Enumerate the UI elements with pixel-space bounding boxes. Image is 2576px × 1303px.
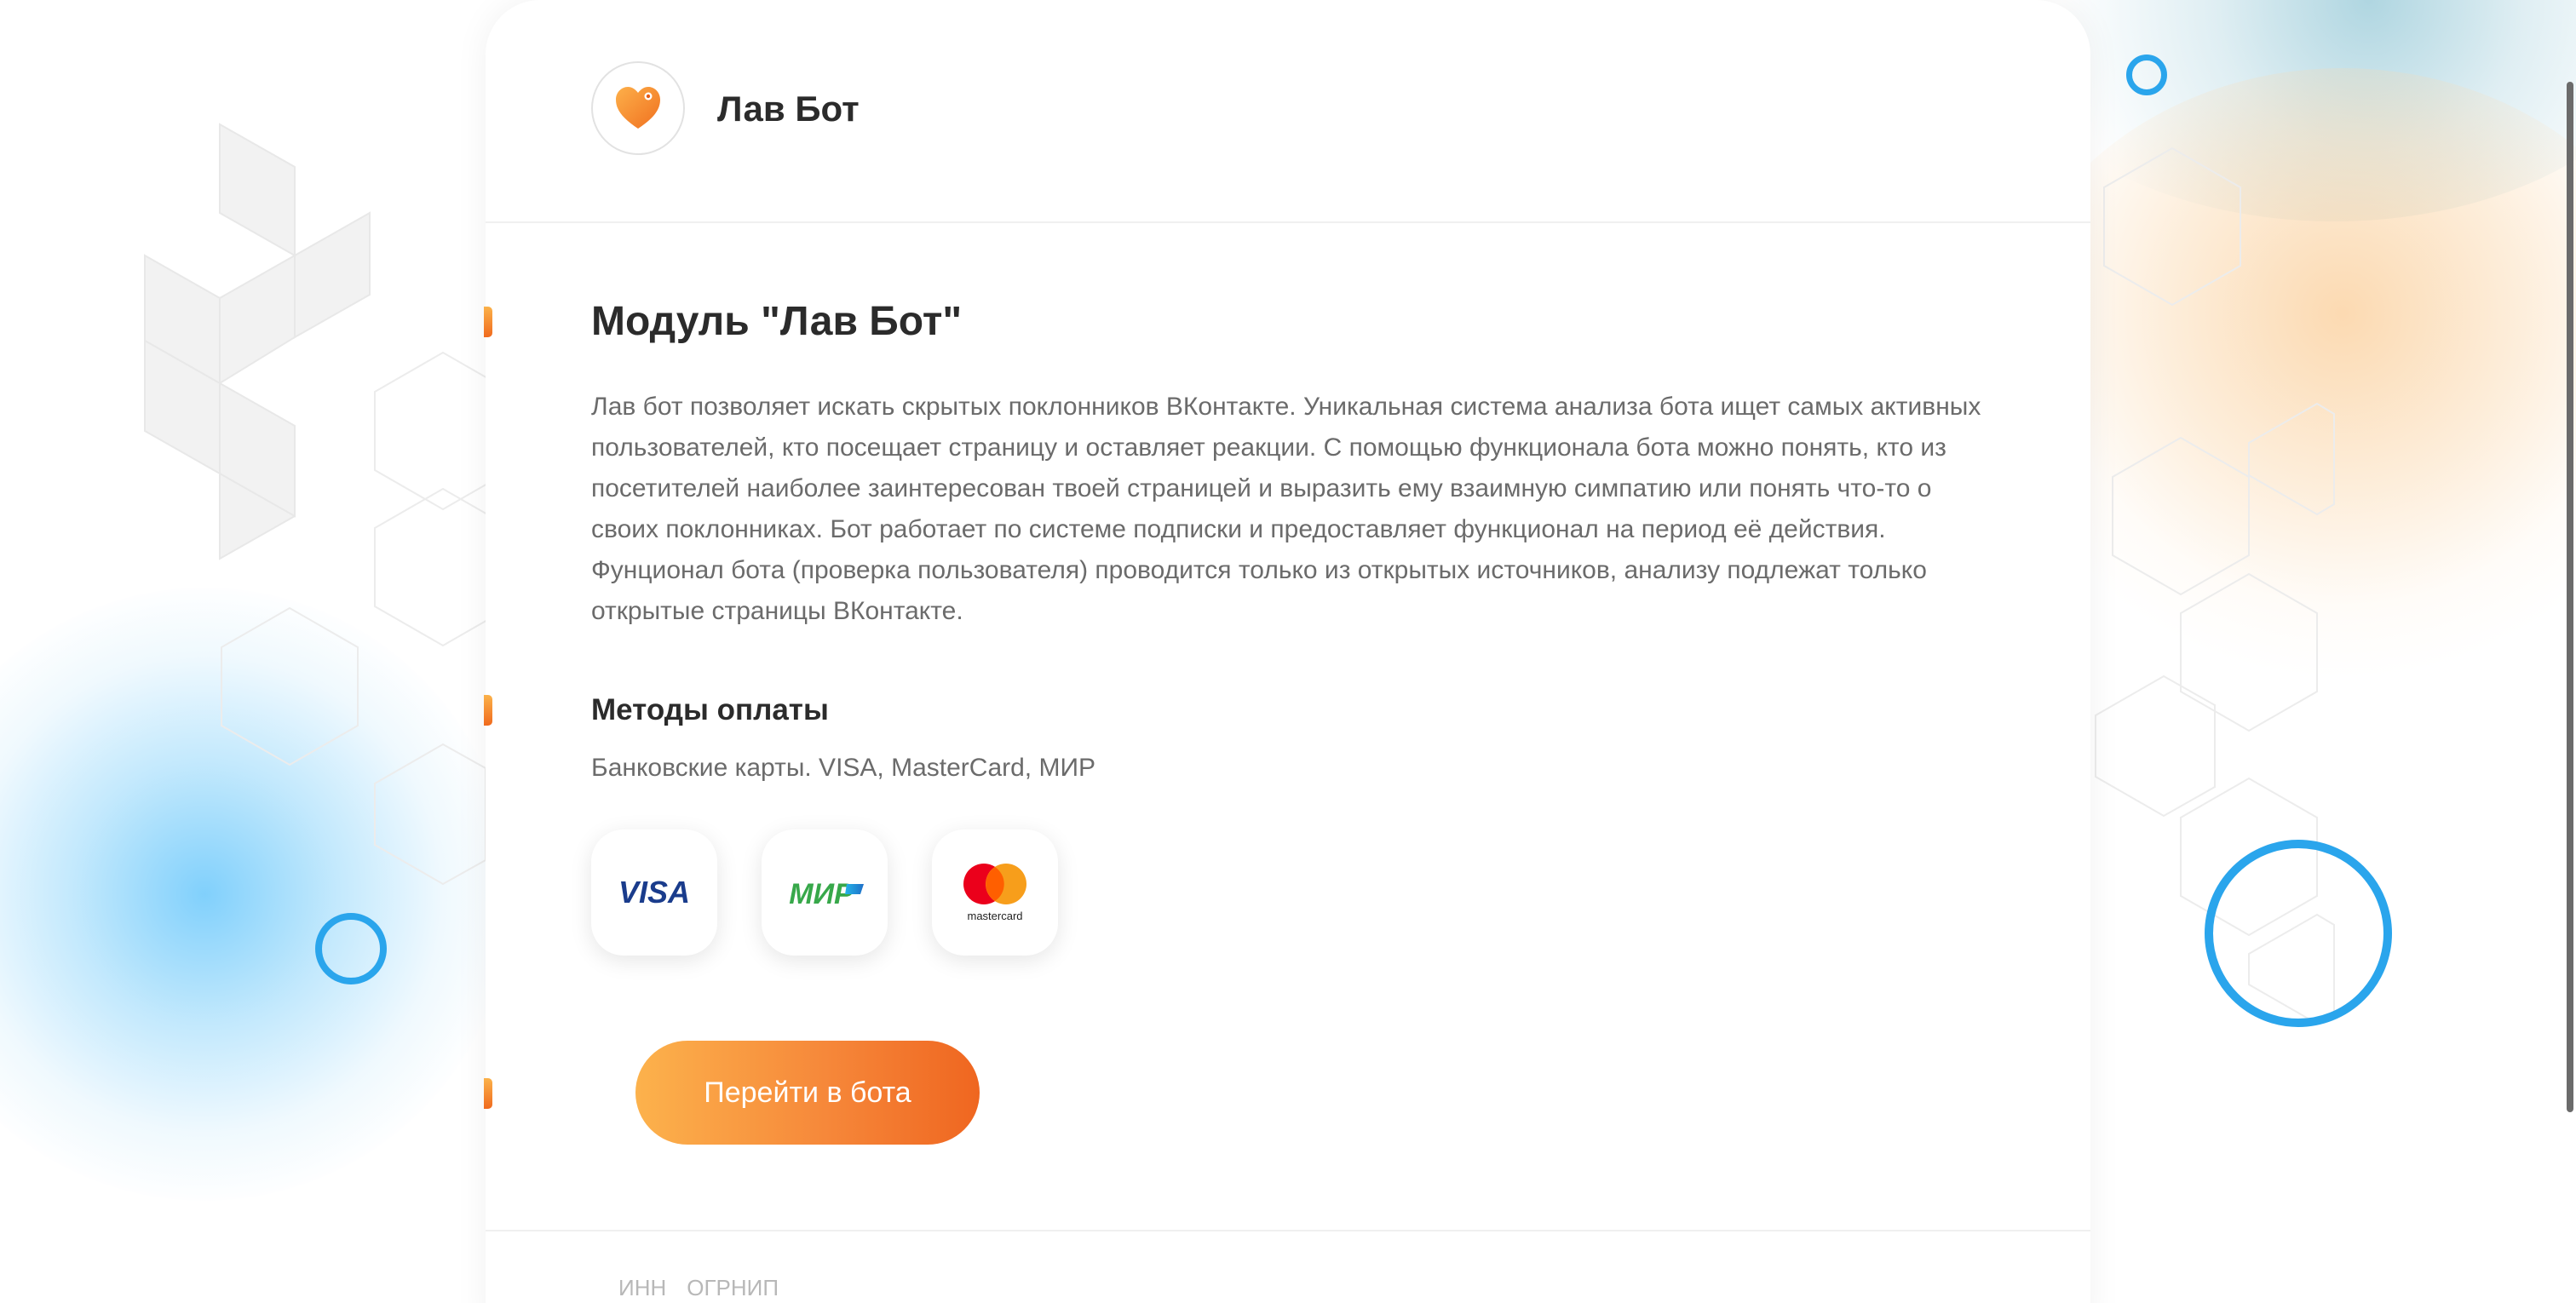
bot-logo xyxy=(591,61,685,155)
legal-info: ИНН ОГРНИП xyxy=(618,1271,779,1303)
mastercard-mark: mastercard xyxy=(963,864,1026,922)
section-marker xyxy=(484,1078,492,1109)
scrollbar[interactable] xyxy=(2564,0,2576,1303)
module-card: Лав Бот Модуль "Лав Бот" Лав бот позволя… xyxy=(484,0,2090,1303)
go-to-bot-button[interactable]: Перейти в бота xyxy=(635,1041,980,1145)
app-title: Лав Бот xyxy=(717,89,860,129)
section-marker xyxy=(484,695,492,726)
section-marker xyxy=(484,307,492,337)
mir-logo: МИР xyxy=(762,829,888,956)
decorative-ring xyxy=(2205,840,2392,1027)
page: Лав Бот Модуль "Лав Бот" Лав бот позволя… xyxy=(0,0,2576,1303)
payment-methods-text: Банковские карты. VISA, MasterCard, МИР xyxy=(591,754,1096,782)
card-footer: ИНН ОГРНИП xyxy=(486,1230,2090,1303)
ogrnip-label: ОГРНИП xyxy=(687,1275,779,1300)
heart-icon xyxy=(616,87,660,129)
card-header: Лав Бот xyxy=(486,0,2090,223)
inn-label: ИНН xyxy=(618,1275,667,1300)
mastercard-logo-text: mastercard xyxy=(967,910,1022,922)
visa-logo: VISA xyxy=(591,829,717,956)
module-title: Модуль "Лав Бот" xyxy=(591,299,963,344)
visa-mark: VISA xyxy=(618,875,690,910)
payment-methods-title: Методы оплаты xyxy=(591,693,829,726)
mir-logo-text: МИР xyxy=(789,878,854,910)
decorative-ring xyxy=(315,913,387,984)
visa-logo-text: VISA xyxy=(618,875,690,910)
scrollbar-thumb[interactable] xyxy=(2567,82,2573,1112)
module-description: Лав бот позволяет искать скрытых поклонн… xyxy=(591,393,1981,625)
decorative-ring xyxy=(2126,55,2167,95)
mir-mark: МИР xyxy=(789,878,864,910)
mastercard-logo: mastercard xyxy=(932,829,1058,956)
